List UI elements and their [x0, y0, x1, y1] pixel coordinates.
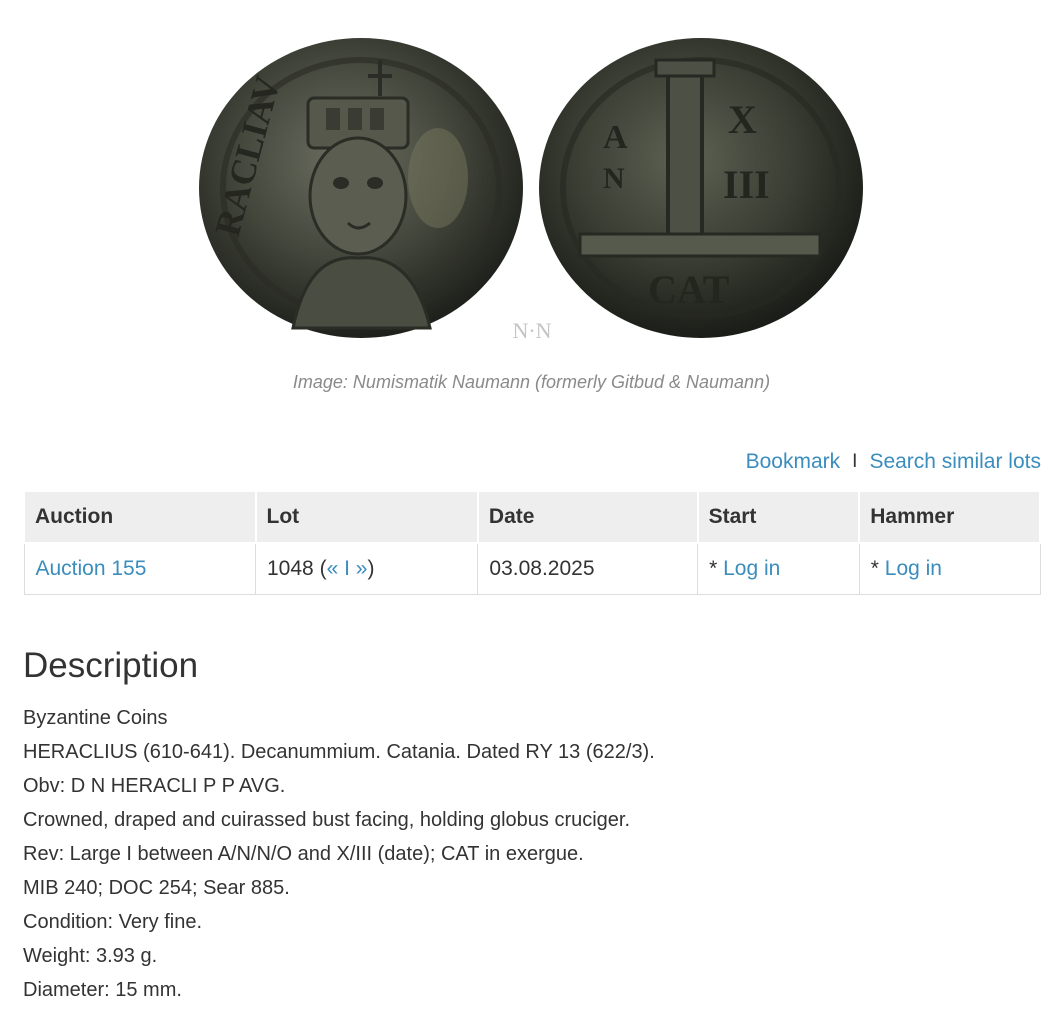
svg-text:A: A [603, 119, 628, 156]
cell-hammer: * Log in [858, 542, 1041, 595]
cell-auction: Auction 155 [23, 542, 256, 595]
lot-actions: Bookmark I Search similar lots [746, 450, 1041, 474]
cell-date: 03.08.2025 [477, 542, 699, 595]
watermark: N·N [512, 318, 551, 343]
description-title: Description [23, 646, 199, 685]
description-line: Diameter: 15 mm. [23, 979, 182, 1001]
lot-nav-separator: I [344, 557, 350, 580]
hammer-login-link[interactable]: Log in [885, 557, 942, 580]
description-line: HERACLIUS (610-641). Decanummium. Catani… [23, 741, 655, 763]
image-caption: Image: Numismatik Naumann (formerly Gitb… [292, 372, 771, 392]
lot-number: 1048 [267, 557, 314, 580]
start-login-link[interactable]: Log in [723, 557, 780, 580]
coin-reverse: A N X III CAT [539, 38, 863, 338]
description-text: Byzantine Coins HERACLIUS (610-641). Dec… [23, 704, 655, 1010]
description-line: Byzantine Coins [23, 707, 168, 729]
table-header-row: Auction Lot Date Start Hammer [23, 490, 1041, 544]
hammer-asterisk: * [870, 557, 879, 580]
svg-text:CAT: CAT [648, 267, 730, 312]
cell-start: * Log in [697, 542, 860, 595]
previous-lot-link[interactable]: « [327, 557, 339, 580]
bookmark-link[interactable]: Bookmark [746, 450, 841, 474]
auction-link[interactable]: Auction 155 [36, 557, 147, 580]
coin-image: RACLIAV A N X III CAT N·N [199, 38, 863, 343]
coin-obverse: RACLIAV [199, 38, 523, 338]
lot-table: Auction Lot Date Start Hammer Auction 15… [23, 490, 1041, 595]
header-auction: Auction [23, 490, 257, 544]
cell-lot: 1048 (« I ») [254, 542, 479, 595]
description-line: Crowned, draped and cuirassed bust facin… [23, 809, 631, 831]
svg-text:X: X [728, 97, 757, 142]
description-line: MIB 240; DOC 254; Sear 885. [23, 877, 290, 899]
svg-text:N: N [603, 162, 625, 195]
header-lot: Lot [254, 490, 479, 544]
next-lot-link[interactable]: » [356, 557, 368, 580]
search-similar-lots-link[interactable]: Search similar lots [869, 450, 1041, 474]
description-line: Weight: 3.93 g. [23, 945, 158, 967]
description-line: Rev: Large I between A/N/N/O and X/III (… [23, 843, 584, 865]
table-row: Auction 155 1048 (« I ») 03.08.2025 * Lo… [23, 542, 1041, 595]
header-hammer: Hammer [858, 490, 1041, 544]
description-line: Condition: Very fine. [23, 911, 202, 933]
lot-paren-close: ) [367, 557, 375, 580]
header-date: Date [476, 490, 699, 544]
header-start: Start [696, 490, 861, 544]
action-separator: I [852, 451, 858, 472]
description-line: Obv: D N HERACLI P P AVG. [23, 775, 286, 797]
start-asterisk: * [709, 557, 718, 580]
lot-paren-open: ( [319, 557, 327, 580]
svg-text:III: III [723, 162, 770, 207]
